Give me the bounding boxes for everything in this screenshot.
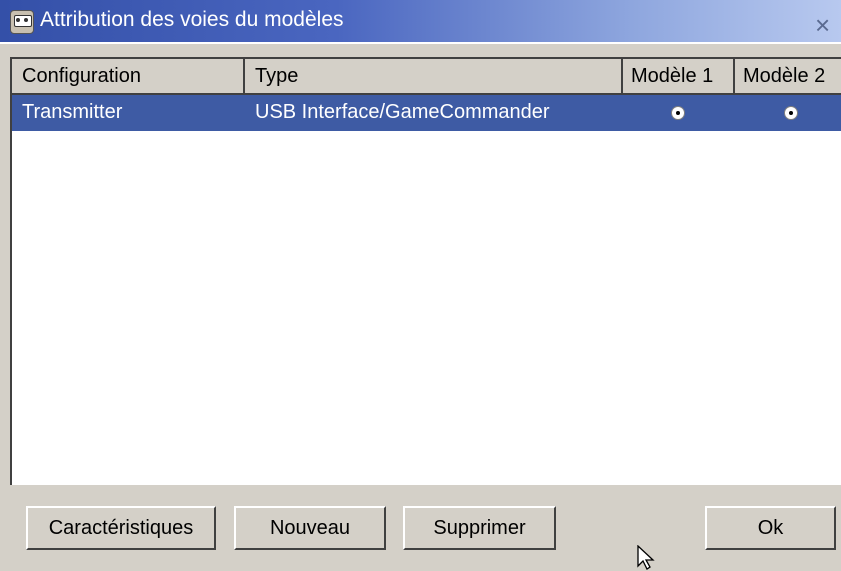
- mouse-cursor-icon: [637, 545, 655, 570]
- button-bar: Caractéristiques Nouveau Supprimer Ok: [0, 485, 841, 568]
- model-assignment-table: Configuration Type Modèle 1 Modèle 2 Tra…: [10, 57, 841, 485]
- model-2-radio[interactable]: [784, 106, 798, 120]
- window-title: Attribution des voies du modèles: [40, 8, 344, 31]
- cell-configuration: Transmitter: [22, 101, 123, 123]
- transmitter-icon: [10, 10, 34, 34]
- column-header-configuration[interactable]: Configuration: [12, 59, 245, 95]
- close-icon[interactable]: ×: [815, 12, 837, 38]
- column-header-model-2[interactable]: Modèle 2: [735, 59, 841, 95]
- column-header-model-1[interactable]: Modèle 1: [623, 59, 735, 95]
- cell-type: USB Interface/GameCommander: [255, 101, 550, 123]
- ok-button[interactable]: Ok: [705, 506, 836, 550]
- model-1-radio[interactable]: [671, 106, 685, 120]
- title-bar[interactable]: Attribution des voies du modèles ×: [0, 0, 841, 44]
- table-row[interactable]: Transmitter USB Interface/GameCommander: [12, 95, 841, 131]
- delete-button[interactable]: Supprimer: [403, 506, 556, 550]
- column-header-type[interactable]: Type: [245, 59, 623, 95]
- characteristics-button[interactable]: Caractéristiques: [26, 506, 216, 550]
- new-button[interactable]: Nouveau: [234, 506, 386, 550]
